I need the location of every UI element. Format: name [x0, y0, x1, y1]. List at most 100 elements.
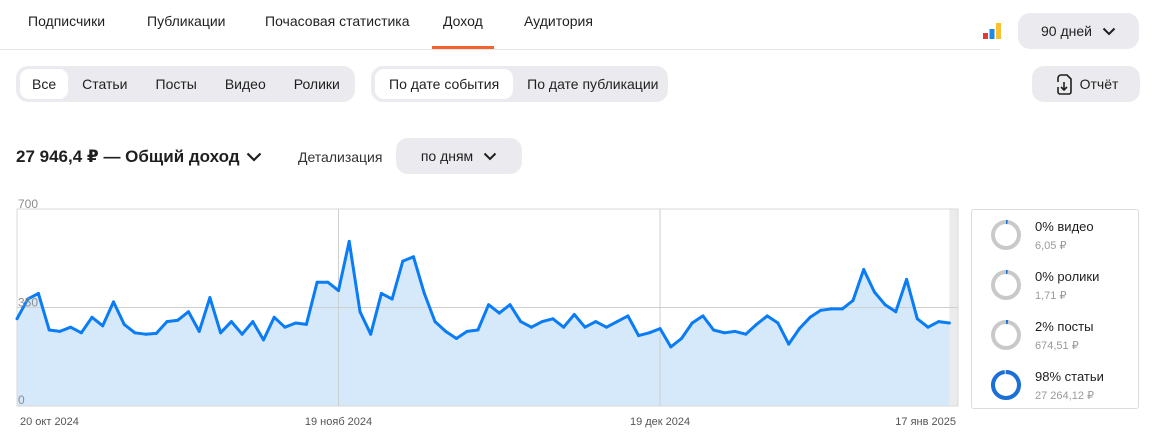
chart-point: [144, 332, 148, 336]
chart-point: [272, 315, 276, 319]
chart-point: [15, 317, 19, 321]
chart-point: [219, 331, 223, 335]
chart-point: [176, 318, 180, 322]
chart-point: [937, 320, 941, 324]
chart-point: [872, 290, 876, 294]
chart-point: [755, 322, 758, 326]
x-tick-label: 20 окт 2024: [20, 416, 79, 428]
filter-video[interactable]: Видео: [211, 69, 280, 99]
report-label: Отчёт: [1079, 76, 1119, 92]
chart-point: [647, 331, 651, 335]
report-button[interactable]: Отчёт: [1032, 66, 1140, 102]
y-tick-label: 350: [18, 296, 38, 310]
tab-publications[interactable]: Публикации: [147, 13, 225, 29]
filter-by-publication-date[interactable]: По дате публикации: [513, 69, 672, 99]
chart-point: [69, 325, 73, 329]
chart-point: [637, 334, 641, 338]
chart-point: [722, 331, 726, 335]
chart-point: [508, 303, 512, 307]
breakdown-amount: 27 264,12 ₽: [1035, 390, 1094, 402]
chart-point: [712, 328, 716, 332]
breakdown-amount: 674,51 ₽: [1035, 340, 1079, 352]
chart-point: [529, 325, 533, 329]
chart-point: [551, 317, 555, 321]
filter-all[interactable]: Все: [20, 69, 69, 99]
y-tick-label: 700: [18, 197, 38, 211]
chart-point: [690, 321, 694, 325]
chart-point: [680, 337, 683, 340]
chart-point: [572, 313, 576, 316]
chart-point: [229, 320, 233, 324]
chart-point: [487, 303, 491, 307]
breakdown-pct: 0% ролики: [1035, 269, 1100, 284]
bar-chart-icon[interactable]: [982, 20, 1002, 40]
chevron-down-icon: [1102, 27, 1116, 35]
tab-subscribers[interactable]: Подписчики: [28, 13, 105, 29]
chart-point: [626, 314, 630, 318]
period-select[interactable]: 90 дней: [1018, 13, 1139, 49]
chart-point: [47, 328, 51, 332]
content-type-filter: Все Статьи Посты Видео Ролики: [16, 66, 355, 102]
chart-point: [894, 310, 898, 314]
chart-point: [615, 320, 619, 324]
chart-point: [733, 329, 737, 333]
chart-point: [36, 291, 40, 295]
chart-point: [819, 308, 823, 312]
detail-label: Детализация: [298, 149, 383, 165]
chart-point: [444, 329, 448, 333]
chart-point: [701, 314, 705, 318]
chart-point: [154, 331, 158, 335]
chart-point: [787, 342, 791, 346]
filter-articles[interactable]: Статьи: [68, 69, 141, 99]
chart-point: [283, 325, 287, 329]
chart-point: [304, 322, 308, 326]
breakdown-posts: 2% посты 674,51 ₽: [990, 315, 1135, 355]
chart-point: [326, 280, 330, 284]
x-tick-label: 19 дек 2024: [630, 416, 690, 428]
chart-point: [294, 321, 298, 325]
chart-point: [454, 337, 458, 340]
chart-point: [519, 320, 523, 324]
chart-point: [947, 321, 951, 325]
breakdown-pct: 0% видео: [1035, 219, 1094, 234]
chart-point: [465, 329, 469, 333]
total-income-title: 27 946,4 ₽ — Общий доход: [16, 147, 240, 166]
period-label: 90 дней: [1041, 23, 1092, 39]
breakdown-shorts: 0% ролики 1,71 ₽: [990, 265, 1135, 305]
tab-income[interactable]: Доход: [432, 13, 494, 49]
chart-point: [251, 320, 255, 324]
chart-point: [187, 310, 190, 314]
filter-shorts[interactable]: Ролики: [280, 69, 354, 99]
chart-point: [412, 255, 415, 259]
y-tick-label: 0: [18, 393, 25, 407]
chart-point: [605, 325, 608, 329]
total-income-selector[interactable]: 27 946,4 ₽ — Общий доход: [16, 147, 262, 167]
filter-by-event-date[interactable]: По дате события: [375, 69, 514, 99]
breakdown-articles: 98% статьи 27 264,12 ₽: [990, 365, 1135, 405]
chart-point: [379, 291, 383, 295]
chart-point: [390, 297, 394, 301]
chart-point: [208, 296, 212, 300]
income-breakdown: 0% видео 6,05 ₽ 0% ролики 1,71 ₽ 2% пост…: [971, 209, 1139, 409]
chart-point: [422, 291, 426, 295]
detail-value: по дням: [420, 148, 474, 164]
donut-ring-value: [991, 370, 1021, 400]
chart-point: [540, 320, 544, 324]
chart-point: [347, 239, 351, 243]
chart-point: [165, 320, 169, 324]
tab-hourly-stats[interactable]: Почасовая статистика: [265, 13, 410, 29]
chart-point: [476, 328, 480, 332]
chart-point: [583, 325, 587, 329]
tab-audience[interactable]: Аудитория: [524, 13, 593, 29]
chart-point: [197, 329, 201, 333]
chart-point: [401, 259, 405, 263]
chart-point: [240, 332, 244, 336]
breakdown-amount: 6,05 ₽: [1035, 240, 1067, 252]
chart-point: [669, 345, 673, 349]
chart-point: [433, 320, 437, 324]
chart-point: [658, 327, 662, 331]
chart-point: [112, 300, 115, 304]
filter-posts[interactable]: Посты: [142, 69, 211, 99]
detail-select[interactable]: по дням: [396, 138, 522, 174]
report-download-icon: [1056, 74, 1072, 95]
